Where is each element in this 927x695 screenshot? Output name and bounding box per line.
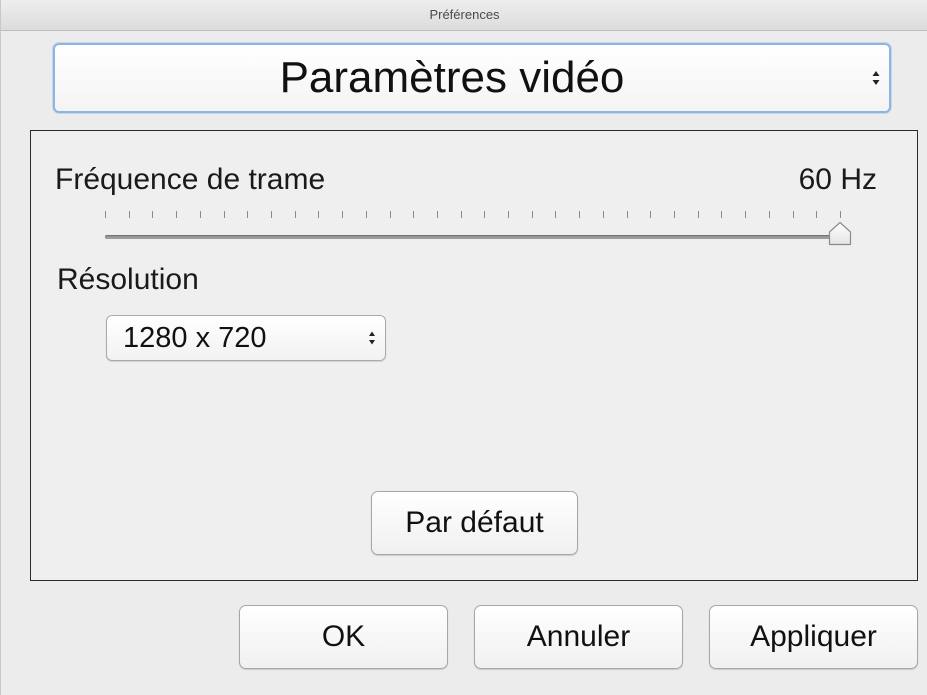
slider-tick (247, 211, 248, 218)
slider-tick (816, 211, 817, 218)
framerate-label: Fréquence de trame (55, 163, 326, 196)
resolution-label: Résolution (57, 263, 199, 296)
updown-arrows-icon (871, 69, 881, 87)
slider-tick (129, 211, 130, 218)
panel-select-dropdown[interactable]: Paramètres vidéo (53, 43, 891, 113)
panel-select-value: Paramètres vidéo (279, 53, 625, 102)
slider-tick (627, 211, 628, 218)
video-settings-group: Fréquence de trame 60 Hz Résolution 1280… (30, 130, 918, 581)
slider-tick (105, 211, 106, 218)
slider-tick (840, 211, 841, 218)
slider-tick (721, 211, 722, 218)
slider-tick (555, 211, 556, 218)
window-title: Préférences (429, 7, 500, 22)
slider-track[interactable] (105, 235, 840, 239)
window-titlebar[interactable]: Préférences (1, 0, 927, 31)
slider-tick (366, 211, 367, 218)
framerate-slider[interactable] (105, 207, 852, 247)
resolution-dropdown[interactable]: 1280 x 720 (106, 315, 386, 361)
slider-tick (603, 211, 604, 218)
resolution-value: 1280 x 720 (123, 322, 267, 354)
slider-tick (318, 211, 319, 218)
default-button[interactable]: Par défaut (371, 491, 578, 555)
slider-tick (698, 211, 699, 218)
slider-tick (295, 211, 296, 218)
slider-ticks (105, 207, 845, 221)
slider-tick (342, 211, 343, 218)
slider-tick (579, 211, 580, 218)
slider-tick (461, 211, 462, 218)
ok-button[interactable]: OK (239, 605, 448, 669)
cancel-button[interactable]: Annuler (474, 605, 683, 669)
slider-tick (437, 211, 438, 218)
slider-tick (152, 211, 153, 218)
slider-tick (484, 211, 485, 218)
updown-arrows-icon (367, 329, 377, 347)
slider-tick (793, 211, 794, 218)
slider-tick (176, 211, 177, 218)
slider-thumb[interactable] (827, 221, 853, 247)
slider-tick (532, 211, 533, 218)
slider-tick (390, 211, 391, 218)
slider-tick (271, 211, 272, 218)
slider-tick (224, 211, 225, 218)
framerate-value: 60 Hz (798, 163, 877, 196)
slider-tick (674, 211, 675, 218)
apply-button[interactable]: Appliquer (709, 605, 918, 669)
slider-tick (508, 211, 509, 218)
slider-tick (413, 211, 414, 218)
slider-tick (745, 211, 746, 218)
slider-tick (650, 211, 651, 218)
preferences-window: Préférences Paramètres vidéo Fréquence d… (0, 0, 927, 695)
slider-tick (200, 211, 201, 218)
slider-tick (769, 211, 770, 218)
